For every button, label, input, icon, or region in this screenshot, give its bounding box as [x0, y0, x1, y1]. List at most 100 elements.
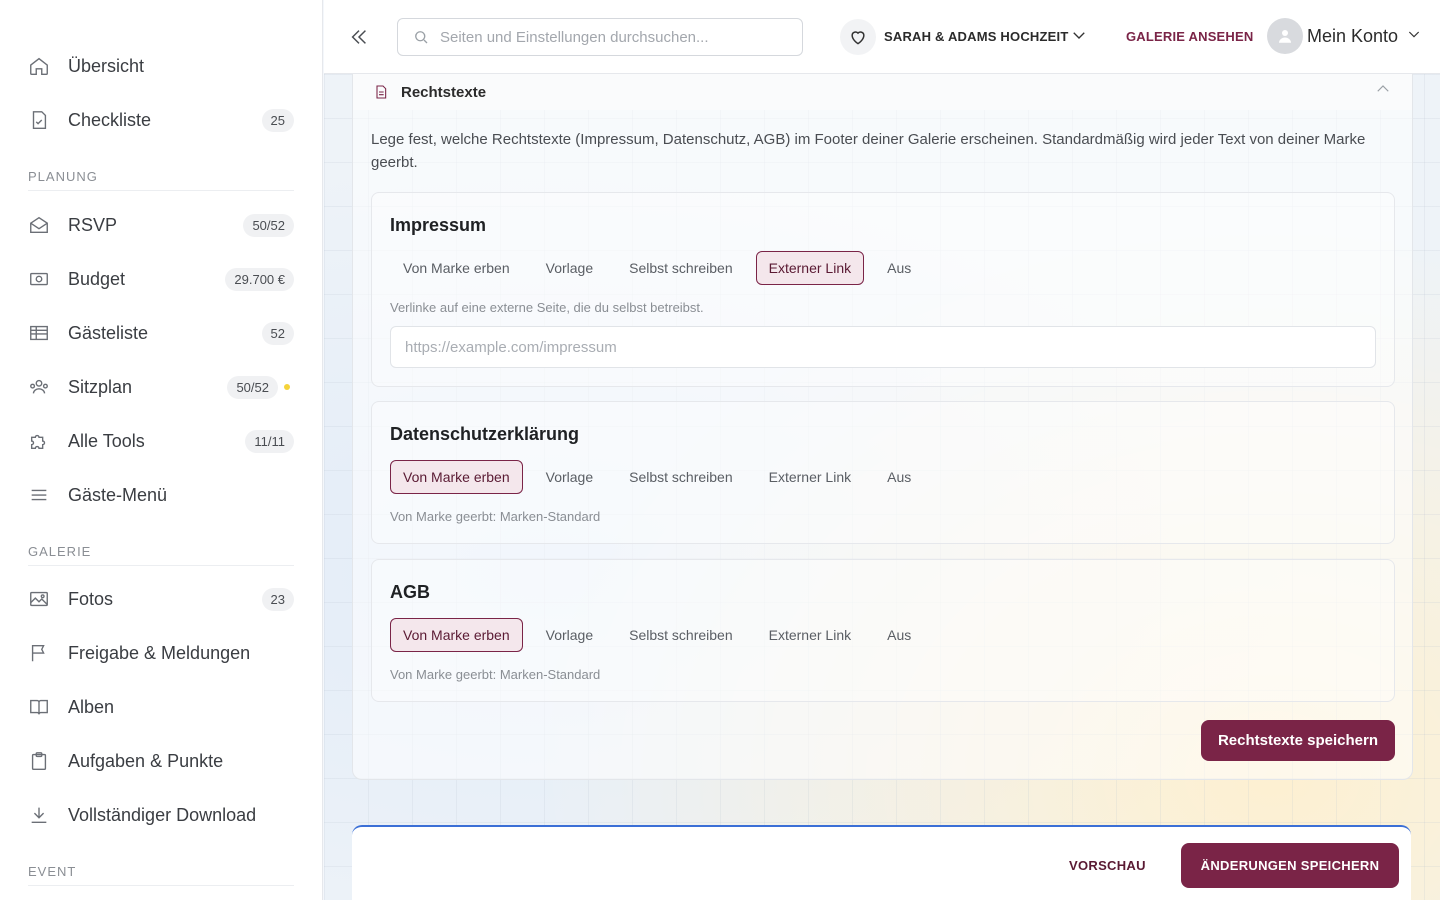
source-selector: Von Marke erben Vorlage Selbst schreiben… — [390, 460, 934, 494]
book-icon — [28, 695, 60, 719]
document-icon — [376, 85, 387, 99]
option-selbst-schreiben[interactable]: Selbst schreiben — [616, 618, 746, 652]
status-dot — [284, 384, 290, 390]
people-icon — [28, 375, 60, 399]
card-header[interactable]: Rechtstexte — [353, 74, 1412, 110]
sidebar-item-label: Gästeliste — [68, 322, 149, 343]
section-agb: AGB Von Marke erben Vorlage Selbst schre… — [371, 559, 1395, 702]
sidebar-item-fotos[interactable]: Fotos 23 — [28, 579, 294, 619]
menu-icon — [28, 483, 60, 507]
impressum-url-input[interactable] — [390, 326, 1376, 368]
option-vorlage[interactable]: Vorlage — [533, 251, 606, 285]
count-badge: 11/11 — [245, 429, 294, 453]
option-von-marke-erben[interactable]: Von Marke erben — [390, 460, 523, 494]
section-title: AGB — [390, 582, 430, 602]
sidebar-item-label: Aufgaben & Punkte — [68, 750, 224, 771]
option-von-marke-erben[interactable]: Von Marke erben — [390, 618, 523, 652]
sidebar-item-sitzplan[interactable]: Sitzplan 50/52 — [28, 367, 294, 407]
section-label-planung: PLANUNG — [28, 169, 294, 191]
sidebar-item-gaesteliste[interactable]: Gästeliste 52 — [28, 313, 294, 353]
option-externer-link[interactable]: Externer Link — [756, 618, 864, 652]
section-hint: Von Marke geerbt: Marken-Standard — [390, 509, 601, 524]
section-label-galerie: GALERIE — [28, 544, 294, 566]
sidebar-item-alle-tools[interactable]: Alle Tools 11/11 — [28, 421, 294, 461]
home-icon — [28, 54, 60, 78]
option-vorlage[interactable]: Vorlage — [533, 460, 606, 494]
option-selbst-schreiben[interactable]: Selbst schreiben — [616, 460, 746, 494]
preview-button[interactable]: VORSCHAU — [1069, 858, 1146, 873]
sidebar-item-download[interactable]: Vollständiger Download — [28, 795, 294, 835]
option-externer-link[interactable]: Externer Link — [755, 251, 865, 285]
section-title: Impressum — [390, 215, 487, 235]
topbar: SARAH & ADAMS HOCHZEIT GALERIE ANSEHEN M… — [324, 0, 1440, 74]
card-intro: Lege fest, welche Rechtstexte (Impressum… — [371, 131, 1366, 171]
count-badge: 23 — [261, 587, 294, 611]
count-badge: 29.700 € — [225, 267, 294, 291]
heart-icon — [851, 31, 865, 45]
source-selector: Von Marke erben Vorlage Selbst schreiben… — [390, 251, 934, 285]
search-box — [397, 18, 803, 56]
table-icon — [28, 321, 60, 345]
puzzle-icon — [28, 429, 60, 453]
sidebar-item-uebersicht[interactable]: Übersicht — [28, 46, 294, 86]
source-selector: Von Marke erben Vorlage Selbst schreiben… — [390, 618, 934, 652]
sidebar-item-label: Fotos — [68, 588, 114, 609]
flag-icon — [28, 641, 60, 665]
checklist-icon — [28, 108, 60, 132]
double-chevron-left-icon — [351, 30, 366, 44]
section-impressum: Impressum Von Marke erben Vorlage Selbst… — [371, 192, 1395, 387]
sidebar-item-freigabe[interactable]: Freigabe & Meldungen — [28, 633, 294, 673]
sidebar-item-alben[interactable]: Alben — [28, 687, 294, 727]
card-title: Rechtstexte — [401, 83, 487, 101]
option-aus[interactable]: Aus — [874, 460, 924, 494]
account-label: Mein Konto — [1307, 25, 1399, 46]
option-vorlage[interactable]: Vorlage — [533, 618, 606, 652]
sidebar: Übersicht Checkliste 25 PLANUNG RSVP 50/… — [0, 0, 323, 900]
sidebar-item-label: Vollständiger Download — [68, 804, 257, 825]
option-von-marke-erben[interactable]: Von Marke erben — [390, 251, 523, 285]
option-selbst-schreiben[interactable]: Selbst schreiben — [616, 251, 746, 285]
account-menu[interactable]: Mein Konto — [1267, 18, 1422, 54]
sidebar-item-label: Checkliste — [68, 109, 152, 130]
sidebar-item-label: Sitzplan — [68, 376, 133, 397]
search-icon — [415, 31, 428, 44]
user-icon — [1279, 30, 1291, 43]
avatar — [1267, 18, 1303, 54]
clipboard-icon — [28, 749, 60, 773]
section-hint: Von Marke geerbt: Marken-Standard — [390, 667, 601, 682]
sidebar-item-label: Übersicht — [68, 55, 145, 76]
sidebar-item-label: Alben — [68, 696, 115, 717]
count-badge: 50/52 — [243, 213, 294, 237]
save-changes-button[interactable]: ÄNDERUNGEN SPEICHERN — [1181, 843, 1399, 888]
count-badge: 52 — [261, 321, 294, 345]
chevron-down-icon[interactable] — [1070, 26, 1088, 49]
sidebar-item-rsvp[interactable]: RSVP 50/52 — [28, 205, 294, 245]
count-badge: 25 — [261, 108, 294, 132]
money-icon — [28, 267, 60, 291]
option-aus[interactable]: Aus — [874, 251, 924, 285]
favorite-button[interactable] — [840, 19, 876, 55]
section-label-event: EVENT — [28, 864, 294, 886]
chevron-up-icon[interactable] — [1374, 80, 1392, 103]
sidebar-item-label: Alle Tools — [68, 430, 145, 451]
sidebar-item-label: Gäste-Menü — [68, 484, 168, 505]
envelope-icon — [28, 213, 60, 237]
sidebar-item-checkliste[interactable]: Checkliste 25 — [28, 100, 294, 140]
event-selector[interactable]: SARAH & ADAMS HOCHZEIT — [884, 29, 1068, 44]
section-datenschutz: Datenschutzerklärung Von Marke erben Vor… — [371, 401, 1395, 544]
download-icon — [28, 803, 60, 827]
sidebar-item-label: RSVP — [68, 214, 118, 235]
sidebar-item-gaeste-menue[interactable]: Gäste-Menü — [28, 475, 294, 515]
search-input[interactable] — [440, 28, 780, 46]
image-icon — [28, 587, 60, 611]
collapse-sidebar-button[interactable] — [344, 22, 374, 52]
option-aus[interactable]: Aus — [874, 618, 924, 652]
save-legal-texts-button[interactable]: Rechtstexte speichern — [1201, 720, 1395, 761]
view-gallery-link[interactable]: GALERIE ANSEHEN — [1126, 29, 1253, 44]
section-hint: Verlinke auf eine externe Seite, die du … — [390, 300, 704, 315]
sidebar-item-aufgaben[interactable]: Aufgaben & Punkte — [28, 741, 294, 781]
sidebar-item-budget[interactable]: Budget 29.700 € — [28, 259, 294, 299]
count-badge: 50/52 — [227, 375, 278, 399]
bottom-action-bar: VORSCHAU ÄNDERUNGEN SPEICHERN — [352, 825, 1411, 900]
option-externer-link[interactable]: Externer Link — [756, 460, 864, 494]
